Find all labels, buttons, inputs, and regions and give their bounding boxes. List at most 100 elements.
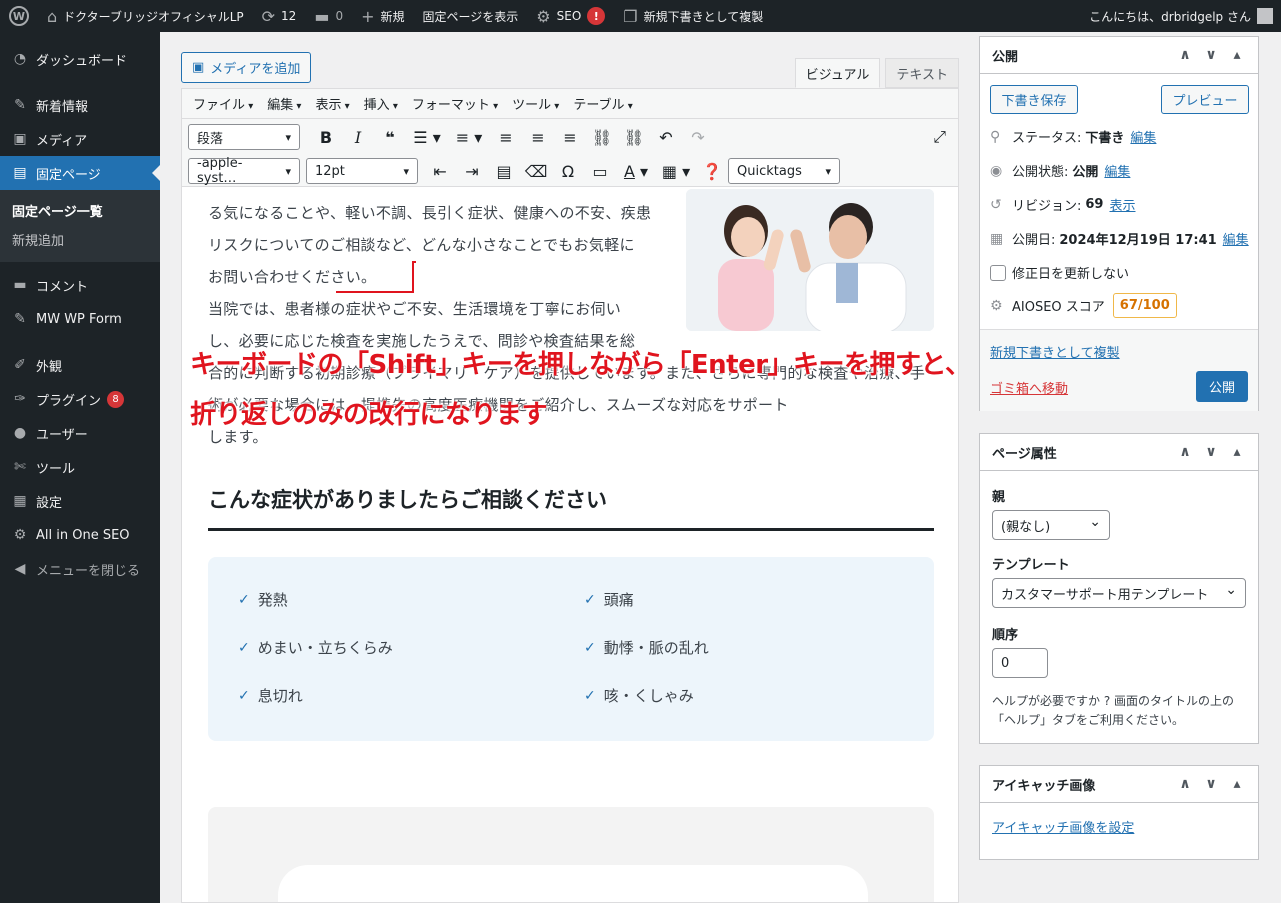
edit-date-link[interactable]: 編集 [1223, 229, 1249, 248]
duplicate-draft-link[interactable]: ❐ 新規下書きとして複製 [614, 0, 772, 32]
menu-view[interactable]: 表示 [308, 94, 356, 113]
submenu-add-new[interactable]: 新規追加 [0, 225, 160, 254]
trash-link[interactable]: ゴミ箱へ移動 [990, 378, 1068, 397]
sidebar-item-settings[interactable]: ▦ 設定 [0, 484, 160, 518]
parent-select[interactable]: (親なし) [992, 510, 1110, 540]
font-family-select[interactable]: -apple-syst… [188, 156, 300, 186]
publish-button[interactable]: 公開 [1196, 371, 1248, 402]
toggle-panel-icon[interactable]: ▴ [1224, 47, 1250, 63]
move-up-icon[interactable]: ∧ [1172, 47, 1198, 63]
move-up-icon[interactable]: ∧ [1172, 776, 1198, 792]
sidebar-item-pages[interactable]: ▤ 固定ページ [0, 156, 160, 190]
sidebar-item-label: All in One SEO [36, 527, 130, 543]
collapse-menu-button[interactable]: ◀ メニューを閉じる [0, 552, 160, 586]
format-select[interactable]: 段落 [188, 124, 300, 150]
view-page-link[interactable]: 固定ページを表示 [414, 0, 528, 32]
table-icon[interactable]: ▦ ▾ [656, 162, 696, 181]
indent-icon[interactable]: ⇥ [456, 162, 488, 181]
preview-button[interactable]: プレビュー [1161, 85, 1249, 114]
menu-edit[interactable]: 編集 [260, 94, 308, 113]
date-row: ▦ 公開日: 2024年12月19日 17:41 編集 [990, 229, 1249, 249]
sidebar-item-users[interactable]: ● ユーザー [0, 416, 160, 450]
featured-image-box: アイキャッチ画像 ∧ ∨ ▴ アイキャッチ画像を設定 [979, 765, 1259, 860]
sidebar-item-news[interactable]: ✎ 新着情報 [0, 88, 160, 122]
admin-sidebar: ◔ ダッシュボード ✎ 新着情報 ▣ メディア ▤ 固定ページ 固定ページ一覧 新規追加… [0, 32, 160, 903]
toggle-panel-icon[interactable]: ▴ [1224, 444, 1250, 460]
editor-content[interactable]: る気になることや、軽い不調、長引く症状、健康への不安、疾患 リスクについてのご相… [182, 189, 958, 902]
template-select[interactable]: カスタマーサポート用テンプレート [992, 578, 1246, 608]
featured-image-title: アイキャッチ画像 [992, 778, 1096, 794]
move-up-icon[interactable]: ∧ [1172, 444, 1198, 460]
list-item: ✓ 発熱 [238, 589, 288, 610]
move-down-icon[interactable]: ∨ [1198, 776, 1224, 792]
brush-icon: ✐ [14, 357, 26, 373]
submenu-all-pages[interactable]: 固定ページ一覧 [0, 196, 160, 225]
special-char-icon[interactable]: Ω [552, 162, 584, 181]
paste-text-icon[interactable]: ▤ [488, 162, 520, 181]
view-revisions-link[interactable]: 表示 [1109, 195, 1135, 214]
site-name-link[interactable]: ⌂ ドクターブリッジオフィシャルLP [38, 0, 253, 32]
comments-link[interactable]: ▬ 0 [305, 0, 352, 32]
italic-icon[interactable]: I [342, 128, 374, 147]
sidebar-item-comments[interactable]: ▬ コメント [0, 268, 160, 302]
blockquote-icon[interactable]: ❝ [374, 128, 406, 147]
seo-menu[interactable]: ⚙ SEO! [527, 0, 614, 32]
edit-visibility-link[interactable]: 編集 [1104, 161, 1130, 180]
wordpress-logo-icon[interactable]: W [0, 0, 38, 32]
pin-icon: ⚲ [990, 128, 1001, 145]
clear-format-icon[interactable]: ⌫ [520, 162, 552, 181]
toggle-panel-icon[interactable]: ▴ [1224, 776, 1250, 792]
align-center-icon[interactable]: ≡ [522, 128, 554, 147]
sidebar-item-media[interactable]: ▣ メディア [0, 122, 160, 156]
menu-insert[interactable]: 挿入 [357, 94, 405, 113]
sidebar-item-plugins[interactable]: ✑ プラグイン 8 [0, 382, 160, 416]
edit-status-link[interactable]: 編集 [1130, 127, 1156, 146]
move-down-icon[interactable]: ∨ [1198, 444, 1224, 460]
help-icon[interactable]: ❓ [696, 162, 728, 181]
sidebar-item-tools[interactable]: ✄ ツール [0, 450, 160, 484]
bullet-list-icon[interactable]: ☰ ▾ [406, 128, 448, 147]
menu-tools[interactable]: ツール [505, 94, 566, 113]
menu-table[interactable]: テーブル [566, 94, 639, 113]
comment-icon: ▬ [13, 277, 27, 293]
check-icon: ✓ [238, 687, 250, 704]
sidebar-item-label: プラグイン [36, 393, 102, 409]
order-input[interactable]: 0 [992, 648, 1048, 678]
unlink-icon[interactable]: ⛓ [618, 128, 650, 147]
sidebar-item-mw-wp-form[interactable]: ✎ MW WP Form [0, 302, 160, 336]
sidebar-item-dashboard[interactable]: ◔ ダッシュボード [0, 42, 160, 76]
text-color-icon[interactable]: A ▾ [616, 162, 656, 181]
horizontal-line-icon[interactable]: ▭ [584, 162, 616, 181]
account-menu[interactable]: こんにちは、drbridgelp さん [1080, 0, 1281, 32]
list-item: ✓ 動悸・脈の乱れ [584, 637, 709, 658]
fullscreen-icon[interactable]: ⤢ [933, 127, 946, 147]
updates-link[interactable]: ⟳ 12 [253, 0, 306, 32]
collapse-icon: ◀ [14, 561, 26, 577]
sidebar-item-aioseo[interactable]: ⚙ All in One SEO [0, 518, 160, 552]
link-icon[interactable]: ⛓ [586, 128, 618, 147]
move-down-icon[interactable]: ∨ [1198, 47, 1224, 63]
redo-icon[interactable]: ↷ [682, 128, 714, 147]
undo-icon[interactable]: ↶ [650, 128, 682, 147]
new-content-link[interactable]: + 新規 [352, 0, 413, 32]
avatar [1257, 8, 1273, 24]
bold-icon[interactable]: B [310, 128, 342, 147]
outdent-icon[interactable]: ⇤ [424, 162, 456, 181]
align-left-icon[interactable]: ≡ [490, 128, 522, 147]
save-draft-button[interactable]: 下書き保存 [990, 85, 1078, 114]
update-date-checkbox[interactable] [990, 264, 1006, 281]
sidebar-item-label: ダッシュボード [36, 53, 128, 69]
set-featured-image-link[interactable]: アイキャッチ画像を設定 [992, 817, 1134, 836]
align-right-icon[interactable]: ≡ [554, 128, 586, 147]
sidebar-item-appearance[interactable]: ✐ 外観 [0, 348, 160, 382]
add-media-button[interactable]: ▣ メディアを追加 [181, 52, 312, 83]
tab-visual[interactable]: ビジュアル [794, 58, 881, 88]
numbered-list-icon[interactable]: ≡ ▾ [448, 128, 490, 147]
menu-file[interactable]: ファイル [186, 94, 260, 113]
menu-format[interactable]: フォーマット [405, 94, 505, 113]
duplicate-draft-link[interactable]: 新規下書きとして複製 [990, 342, 1120, 361]
aioseo-score-badge[interactable]: 67/100 [1112, 293, 1177, 318]
font-size-select[interactable]: 12pt [306, 158, 418, 184]
quicktags-select[interactable]: Quicktags [728, 158, 840, 184]
tab-text[interactable]: テキスト [885, 58, 959, 88]
